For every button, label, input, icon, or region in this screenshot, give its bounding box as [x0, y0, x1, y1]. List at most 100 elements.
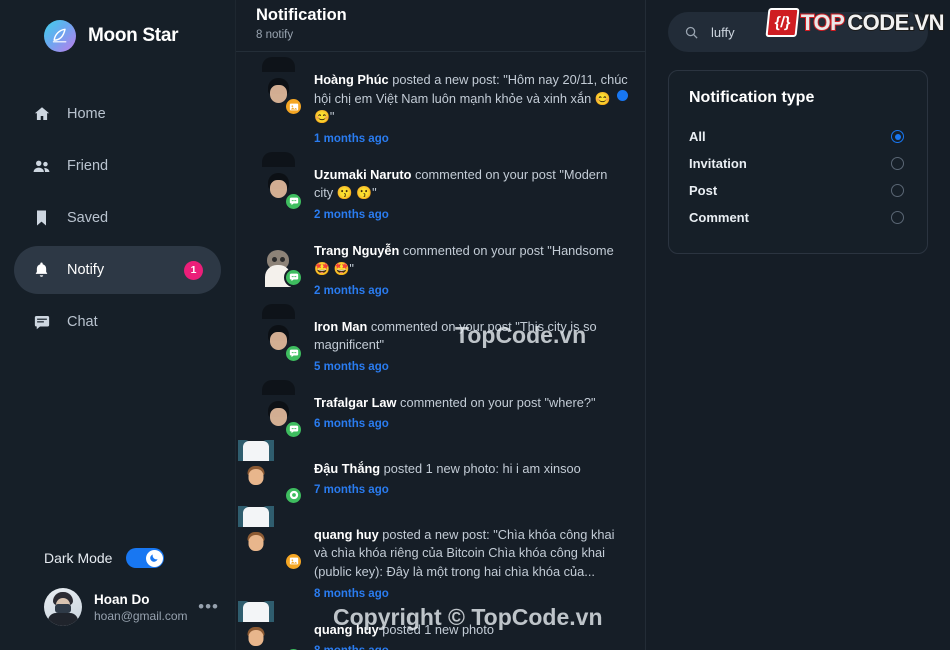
- notification-column: Notification 8 notify Hoàng Phúc posted …: [236, 0, 646, 650]
- dark-mode-toggle[interactable]: [126, 548, 165, 568]
- notify-badge-count: 1: [184, 260, 203, 280]
- notification-actor: quang huy: [314, 621, 379, 637]
- notification-item[interactable]: Trang Nguyễn commented on your post "Han…: [236, 231, 645, 307]
- notification-text: quang huy posted 1 new photo: [314, 622, 494, 637]
- notification-time: 6 months ago: [314, 418, 389, 431]
- notification-text: Iron Man commented on your post "This ci…: [314, 319, 597, 353]
- moon-icon: [44, 20, 76, 52]
- app-root: Moon Star Home Friend Saved Notify 1 Cha…: [0, 0, 950, 650]
- notification-message: posted 1 new photo: [378, 621, 494, 637]
- sidebar-item-label: Saved: [67, 210, 109, 226]
- sidebar-item-friend[interactable]: Friend: [14, 142, 221, 190]
- sidebar-item-chat[interactable]: Chat: [14, 298, 221, 346]
- page-title: Notification: [256, 6, 347, 24]
- notification-type-panel: Notification type All Invitation Post Comme…: [668, 70, 928, 254]
- notification-actor: quang huy: [314, 526, 379, 542]
- notification-item[interactable]: Đậu Thắng posted 1 new photo: hi i am xi…: [236, 439, 645, 515]
- sidebar-footer: Dark Mode Hoan Do hoan@gmail.com •••: [0, 548, 235, 650]
- notification-time: 8 months ago: [314, 587, 389, 600]
- notification-body: quang huy posted a new post: "Chìa khóa …: [314, 525, 629, 600]
- notification-item[interactable]: Iron Man commented on your post "This ci…: [236, 303, 645, 383]
- comment-icon: [284, 343, 303, 363]
- image-post-icon: [284, 551, 303, 571]
- notification-body: quang huy posted 1 new photo 8 months ago: [314, 620, 629, 650]
- notification-body: Trang Nguyễn commented on your post "Han…: [314, 241, 629, 297]
- avatar: [44, 588, 82, 626]
- notification-body: Đậu Thắng posted 1 new photo: hi i am xi…: [314, 459, 629, 497]
- radio-button[interactable]: [891, 157, 904, 170]
- brand-name: Moon Star: [88, 25, 179, 46]
- bell-icon: [32, 261, 51, 280]
- notification-text: Trafalgar Law commented on your post "wh…: [314, 395, 596, 410]
- brand[interactable]: Moon Star: [0, 0, 235, 52]
- notification-type-option[interactable]: Invitation: [689, 150, 907, 177]
- option-label: Invitation: [689, 156, 747, 171]
- home-icon: [32, 105, 51, 124]
- dark-mode-label: Dark Mode: [44, 550, 113, 566]
- notification-body: Iron Man commented on your post "This ci…: [314, 317, 629, 373]
- sidebar-item-label: Notify: [67, 262, 105, 278]
- notification-item[interactable]: Uzumaki Naruto commented on your post "M…: [236, 151, 645, 231]
- user-profile-row[interactable]: Hoan Do hoan@gmail.com •••: [0, 588, 235, 626]
- notification-type-option[interactable]: All: [689, 123, 907, 150]
- notification-actor: Hoàng Phúc: [314, 72, 389, 87]
- notification-list[interactable]: Hoàng Phúc posted a new post: "Hôm nay 2…: [236, 52, 645, 650]
- bookmark-icon: [32, 209, 51, 228]
- avatar-wrap: [256, 243, 303, 287]
- notification-time: 7 months ago: [314, 484, 389, 497]
- notification-time: 2 months ago: [314, 284, 389, 297]
- sidebar-nav: Home Friend Saved Notify 1 Chat: [0, 90, 235, 346]
- notification-item[interactable]: Hoàng Phúc posted a new post: "Hôm nay 2…: [236, 57, 645, 155]
- notification-text: Trang Nguyễn commented on your post "Han…: [314, 243, 614, 277]
- notification-actor: Uzumaki Naruto: [314, 166, 412, 182]
- radio-button[interactable]: [891, 211, 904, 224]
- notification-count: 8 notify: [256, 29, 294, 41]
- avatar-wrap: [256, 303, 303, 363]
- notification-message: posted 1 new photo: hi i am xinsoo: [380, 460, 581, 476]
- chat-icon: [32, 313, 51, 332]
- search-value: luffy: [711, 24, 735, 40]
- notification-time: 1 months ago: [314, 132, 389, 145]
- people-icon: [32, 157, 51, 176]
- user-meta: Hoan Do hoan@gmail.com: [94, 592, 188, 623]
- search-icon: [685, 26, 698, 39]
- notification-body: Trafalgar Law commented on your post "wh…: [314, 393, 629, 431]
- notification-item[interactable]: quang huy posted a new post: "Chìa khóa …: [236, 505, 645, 610]
- ellipsis-icon[interactable]: •••: [198, 598, 219, 615]
- notification-body: Hoàng Phúc posted a new post: "Hôm nay 2…: [314, 70, 629, 145]
- notification-header: Notification 8 notify: [236, 0, 645, 52]
- user-email: hoan@gmail.com: [94, 608, 188, 623]
- panel-title: Notification type: [689, 89, 815, 106]
- notification-item[interactable]: quang huy posted 1 new photo 8 months ago: [236, 600, 645, 650]
- sidebar-item-notify[interactable]: Notify 1: [14, 246, 221, 294]
- right-column: luffy Notification type All Invitation Pos…: [646, 0, 950, 650]
- sidebar-item-saved[interactable]: Saved: [14, 194, 221, 242]
- avatar-wrap: [256, 151, 303, 211]
- notification-message: commented on your post "where?": [396, 394, 596, 410]
- sidebar-item-home[interactable]: Home: [14, 90, 221, 138]
- comment-icon: [284, 191, 303, 211]
- avatar-wrap: [256, 379, 303, 439]
- radio-button[interactable]: [891, 130, 904, 143]
- radio-button[interactable]: [891, 184, 904, 197]
- moon-icon: [145, 549, 163, 567]
- notification-type-options: All Invitation Post Comment: [689, 123, 907, 231]
- notification-time: 2 months ago: [314, 208, 389, 221]
- notification-type-option[interactable]: Post: [689, 177, 907, 204]
- comment-icon: [284, 267, 303, 287]
- avatar-wrap: [238, 505, 303, 571]
- option-label: Post: [689, 183, 718, 198]
- notification-text: quang huy posted a new post: "Chìa khóa …: [314, 527, 614, 579]
- image-post-icon: [284, 97, 303, 116]
- search-input[interactable]: luffy: [668, 12, 928, 52]
- option-label: Comment: [689, 210, 749, 225]
- sidebar-item-label: Chat: [67, 314, 98, 330]
- notification-body: Uzumaki Naruto commented on your post "M…: [314, 165, 629, 221]
- comment-icon: [284, 419, 303, 439]
- notification-item[interactable]: Trafalgar Law commented on your post "wh…: [236, 379, 645, 449]
- notification-time: 5 months ago: [314, 360, 389, 373]
- notification-actor: Iron Man: [314, 318, 368, 334]
- sidebar: Moon Star Home Friend Saved Notify 1 Cha…: [0, 0, 236, 650]
- notification-type-option[interactable]: Comment: [689, 204, 907, 231]
- notification-time: 8 months ago: [314, 645, 629, 650]
